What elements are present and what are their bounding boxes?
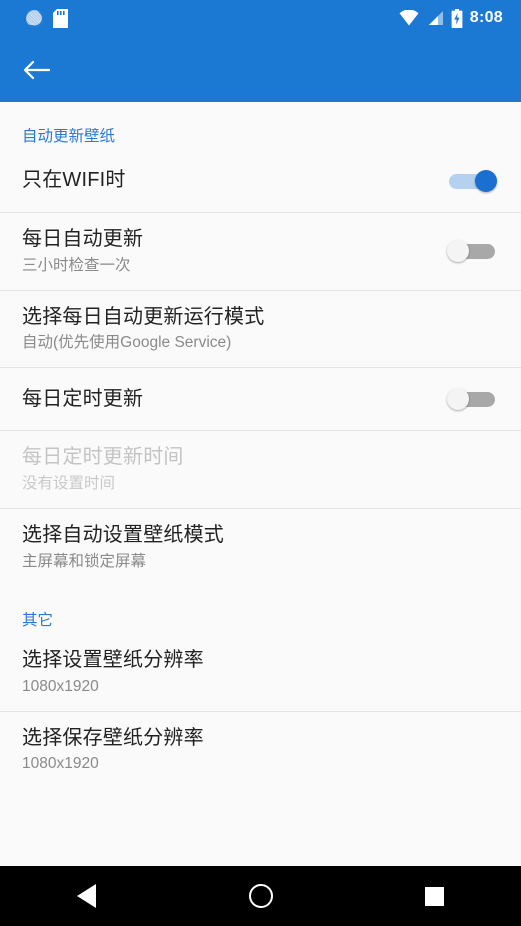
settings-row-texts: 选择每日自动更新运行模式自动(优先使用Google Service) [22,291,499,368]
section-header: 其它 [22,611,54,629]
battery-charging-icon [451,8,463,28]
settings-row-texts: 每日定时更新时间没有设置时间 [22,431,499,508]
settings-row-texts: 每日自动更新三小时检查一次 [22,213,435,290]
sync-icon [26,9,43,27]
phone-screen: 8:08 自动更新壁纸只在WIFI时 每日自动更新三小时检查一次选择每日自动更新运… [0,0,521,926]
settings-row-texts: 选择设置壁纸分辨率 1080x1920 [22,634,499,711]
settings-row-title: 选择自动设置壁纸模式 [22,524,224,547]
settings-row-subtitle: 自动(优先使用Google Service) [22,334,232,352]
settings-row-title: 只在WIFI时 [22,169,126,192]
nav-back-button[interactable] [0,884,174,908]
cellular-signal-icon [428,11,443,25]
status-bar: 8:08 [0,0,521,36]
settings-row[interactable]: 选择每日自动更新运行模式自动(优先使用Google Service) [0,291,521,368]
status-bar-right-icons: 8:08 [399,8,503,28]
settings-row-texts: 选择保存壁纸分辨率 1080x1920 [22,712,499,789]
toggle-thumb [475,170,497,192]
toggle-thumb [447,240,469,263]
settings-row-title: 选择保存壁纸分辨率 [22,726,204,749]
toggle-thumb [447,388,469,411]
square-recents-icon [424,886,444,906]
settings-row-title: 选择每日自动更新运行模式 [22,305,265,328]
status-bar-clock: 8:08 [469,9,503,26]
settings-row[interactable]: 每日定时更新 [0,368,521,430]
toggle-switch[interactable] [447,388,499,411]
nav-home-button[interactable] [174,884,348,908]
settings-row[interactable]: 只在WIFI时 [0,150,521,212]
system-navigation-bar [0,866,521,926]
settings-row-subtitle: 没有设置时间 [22,475,116,493]
settings-row-title: 每日定时更新时间 [22,446,184,469]
section-header: 自动更新壁纸 [22,128,116,145]
settings-row-texts: 选择自动设置壁纸模式主屏幕和锁定屏幕 [22,509,499,586]
settings-row-subtitle: 1080x1920 [22,677,99,695]
settings-row[interactable]: 选择自动设置壁纸模式主屏幕和锁定屏幕 [0,509,521,586]
settings-row-texts: 每日定时更新 [22,373,435,427]
status-bar-left-icons [26,8,68,28]
wifi-icon [399,10,419,26]
settings-row-subtitle: 主屏幕和锁定屏幕 [22,552,147,570]
settings-row[interactable]: 每日自动更新三小时检查一次 [0,213,521,290]
toggle-switch[interactable] [447,240,499,263]
settings-row-title: 选择设置壁纸分辨率 [22,648,204,671]
circle-home-icon [248,884,273,908]
settings-row[interactable]: 选择保存壁纸分辨率 1080x1920 [0,712,521,789]
settings-row-texts: 只在WIFI时 [22,154,435,208]
settings-list[interactable]: 自动更新壁纸只在WIFI时 每日自动更新三小时检查一次选择每日自动更新运行模式自动… [0,102,521,866]
settings-row-subtitle: 1080x1920 [22,755,99,773]
app-toolbar [0,36,521,102]
settings-row-title: 每日自动更新 [22,228,144,250]
settings-row-subtitle: 三小时检查一次 [22,256,131,274]
nav-recents-button[interactable] [347,886,521,906]
settings-row-title: 每日定时更新 [22,387,144,410]
back-arrow-icon [23,60,50,80]
settings-row[interactable]: 选择设置壁纸分辨率 1080x1920 [0,634,521,711]
sd-card-icon [53,8,68,28]
settings-row: 每日定时更新时间没有设置时间 [0,431,521,508]
triangle-back-icon [77,884,97,908]
toolbar-back-button[interactable] [18,52,54,88]
toggle-switch[interactable] [447,170,499,192]
